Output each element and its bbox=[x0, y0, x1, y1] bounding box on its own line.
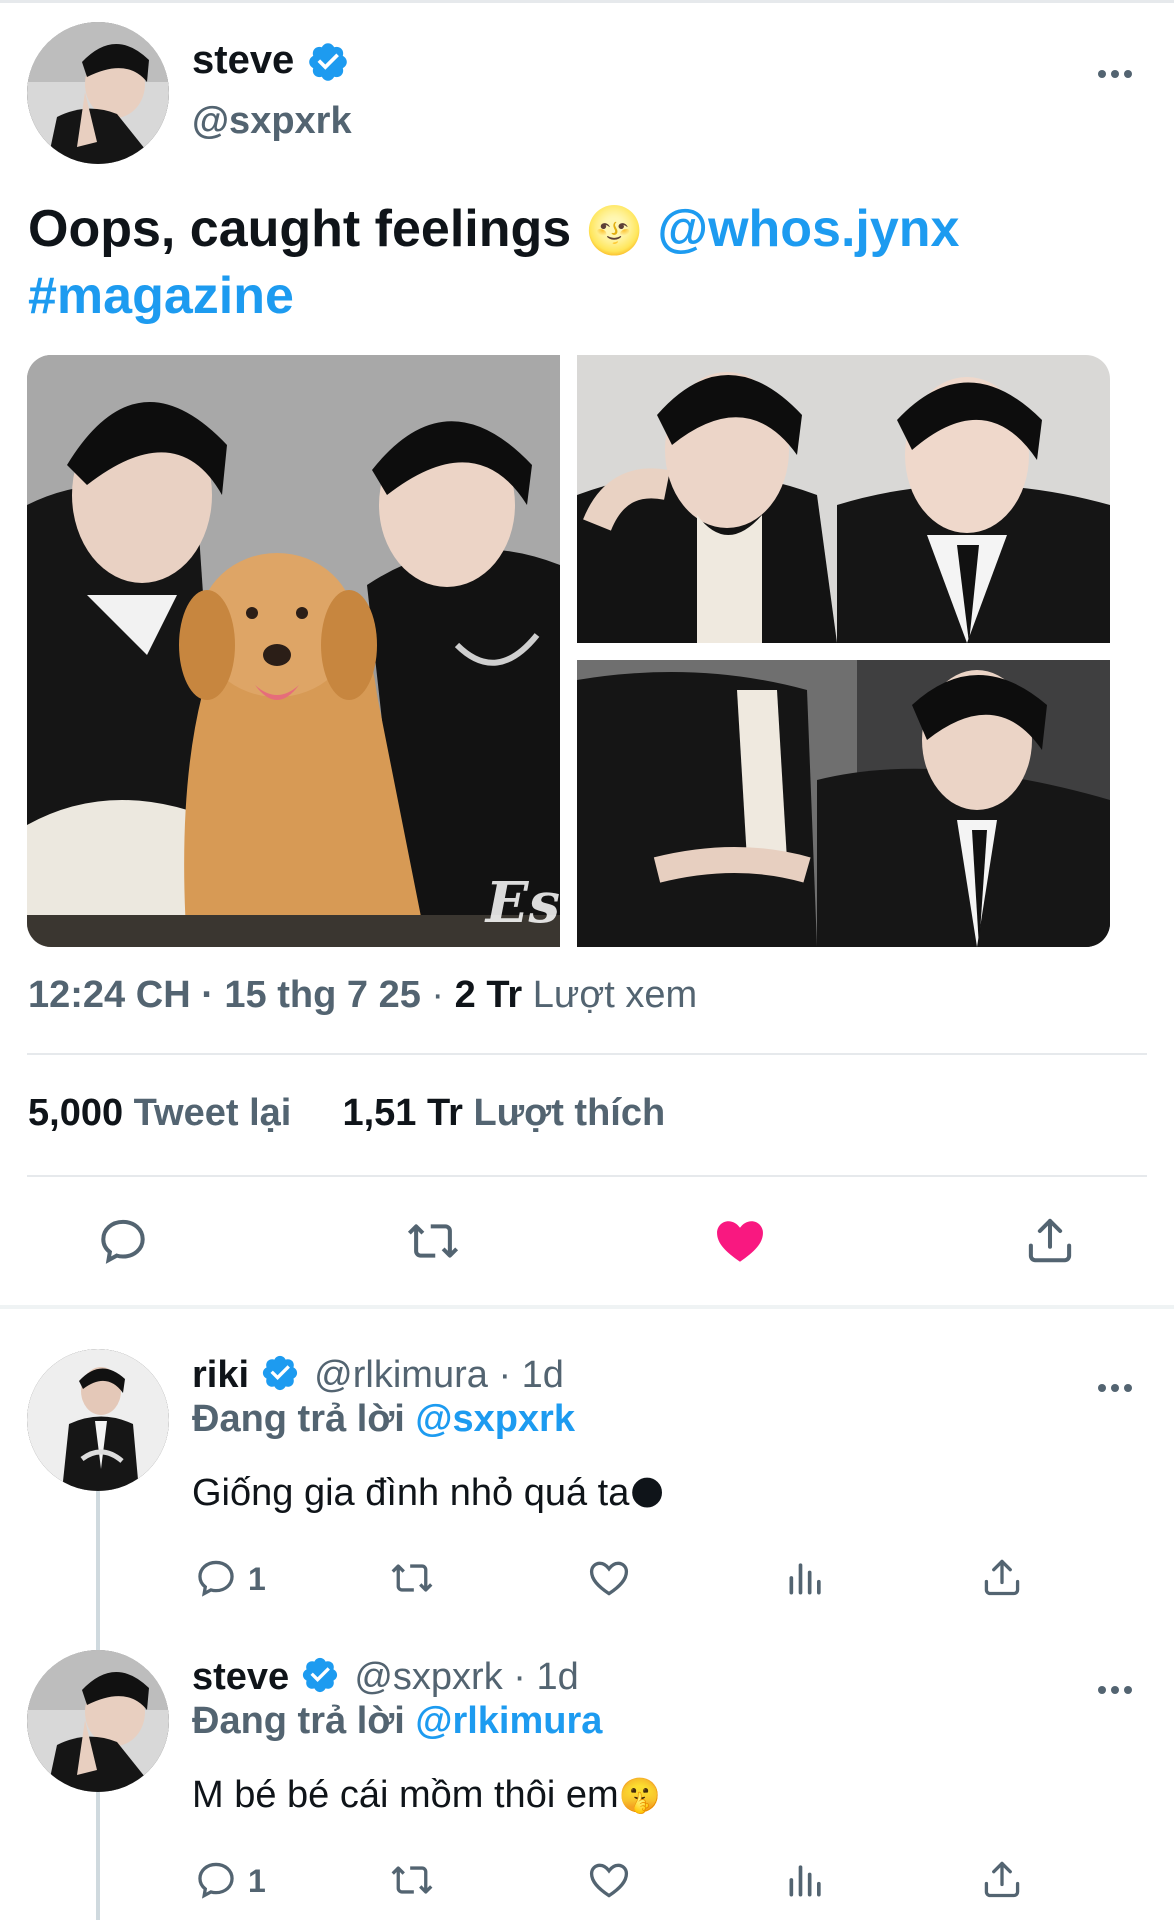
heart-icon[interactable] bbox=[712, 1214, 768, 1268]
likes-label: Lượt thích bbox=[473, 1092, 666, 1134]
views-count: 2 Tr bbox=[454, 974, 523, 1016]
photo-2[interactable] bbox=[577, 355, 1110, 643]
retweets-count: 5,000 bbox=[28, 1092, 124, 1134]
tweet-text: Oops, caught feelings 🌝 @whos.jynx #maga… bbox=[28, 196, 1138, 329]
share-icon[interactable] bbox=[980, 1554, 1024, 1600]
more-icon[interactable] bbox=[1097, 1668, 1133, 1702]
reply-thread-line bbox=[96, 1490, 100, 1650]
replying-to: Đang trả lời @sxpxrk bbox=[192, 1398, 575, 1441]
tweet-meta: 12:24 CH · 15 thg 7 25 · 2 Tr Lượt xem bbox=[28, 974, 698, 1016]
divider bbox=[27, 1053, 1147, 1055]
retweets-label: Tweet lại bbox=[133, 1092, 292, 1134]
replying-to: Đang trả lời @rlkimura bbox=[192, 1700, 602, 1743]
reply-header: steve @sxpxrk · 1d bbox=[192, 1656, 579, 1698]
likes-stat[interactable]: 1,51 Tr Lượt thích bbox=[342, 1092, 665, 1134]
heart-icon[interactable] bbox=[586, 1858, 632, 1902]
reply-header: riki @rlkimura · 1d bbox=[192, 1354, 564, 1396]
views-icon[interactable] bbox=[784, 1556, 828, 1600]
replying-to-link[interactable]: @sxpxrk bbox=[415, 1398, 575, 1440]
reply-avatar[interactable] bbox=[27, 1650, 169, 1792]
share-icon[interactable] bbox=[980, 1856, 1024, 1902]
reply-icon[interactable] bbox=[96, 1214, 150, 1268]
more-icon[interactable] bbox=[1097, 52, 1133, 86]
reply-author-name[interactable]: riki bbox=[192, 1354, 249, 1396]
new-moon-emoji-icon: 🌑 bbox=[629, 1475, 665, 1513]
reply-age[interactable]: 1d bbox=[522, 1354, 564, 1396]
likes-count: 1,51 Tr bbox=[342, 1092, 463, 1134]
tweet-stats: 5,000 Tweet lại 1,51 Tr Lượt thích bbox=[28, 1092, 665, 1135]
divider bbox=[27, 1175, 1147, 1177]
reply-icon[interactable] bbox=[194, 1556, 238, 1600]
reply-author-handle[interactable]: @sxpxrk bbox=[354, 1656, 502, 1698]
reply-text: Giống gia đình nhỏ quá ta🌑 bbox=[192, 1472, 665, 1515]
reply-age[interactable]: 1d bbox=[536, 1656, 578, 1698]
mention-link[interactable]: @whos.jynx bbox=[657, 200, 959, 258]
moon-emoji-icon: 🌝 bbox=[585, 204, 643, 256]
author-handle[interactable]: @sxpxrk bbox=[192, 100, 352, 143]
tweet-body: Oops, caught feelings bbox=[28, 200, 572, 258]
retweet-icon[interactable] bbox=[404, 1214, 462, 1268]
author-avatar[interactable] bbox=[27, 22, 169, 164]
reply-body: Giống gia đình nhỏ quá ta bbox=[192, 1472, 630, 1514]
reply-body: M bé bé cái mồm thôi em bbox=[192, 1774, 619, 1816]
image-watermark: Es bbox=[485, 870, 560, 936]
section-divider bbox=[0, 1305, 1174, 1309]
replying-label: Đang trả lời bbox=[192, 1398, 405, 1440]
tweet-time[interactable]: 12:24 CH bbox=[28, 974, 191, 1016]
heart-icon[interactable] bbox=[586, 1556, 632, 1600]
share-icon[interactable] bbox=[1023, 1212, 1077, 1268]
top-divider bbox=[0, 0, 1174, 3]
verified-badge-icon bbox=[309, 43, 347, 81]
verified-badge-icon bbox=[302, 1657, 337, 1693]
reply-icon[interactable] bbox=[194, 1858, 238, 1902]
more-icon[interactable] bbox=[1097, 1366, 1133, 1400]
author-name[interactable]: steve bbox=[192, 38, 294, 83]
verified-badge-icon bbox=[262, 1355, 297, 1391]
reply-author-handle[interactable]: @rlkimura bbox=[314, 1354, 488, 1396]
tweet-date[interactable]: 15 thg 7 25 bbox=[224, 974, 420, 1016]
shushing-emoji-icon: 🤫 bbox=[618, 1777, 661, 1815]
reply-text: M bé bé cái mồm thôi em🤫 bbox=[192, 1774, 661, 1817]
reply-count: 1 bbox=[248, 1561, 266, 1597]
photo-1[interactable]: Es bbox=[27, 355, 560, 947]
photo-3[interactable] bbox=[577, 660, 1110, 947]
retweet-icon[interactable] bbox=[388, 1858, 436, 1902]
replying-to-link[interactable]: @rlkimura bbox=[415, 1700, 602, 1742]
reply-thread-line bbox=[96, 1790, 100, 1920]
reply-avatar[interactable] bbox=[27, 1349, 169, 1491]
retweet-icon[interactable] bbox=[388, 1556, 436, 1600]
retweets-stat[interactable]: 5,000 Tweet lại bbox=[28, 1092, 302, 1134]
views-label: Lượt xem bbox=[532, 974, 698, 1016]
replying-label: Đang trả lời bbox=[192, 1700, 405, 1742]
hashtag-link[interactable]: #magazine bbox=[28, 267, 294, 325]
reply-count: 1 bbox=[248, 1863, 266, 1899]
reply-author-name[interactable]: steve bbox=[192, 1656, 289, 1698]
views-icon[interactable] bbox=[784, 1858, 828, 1902]
